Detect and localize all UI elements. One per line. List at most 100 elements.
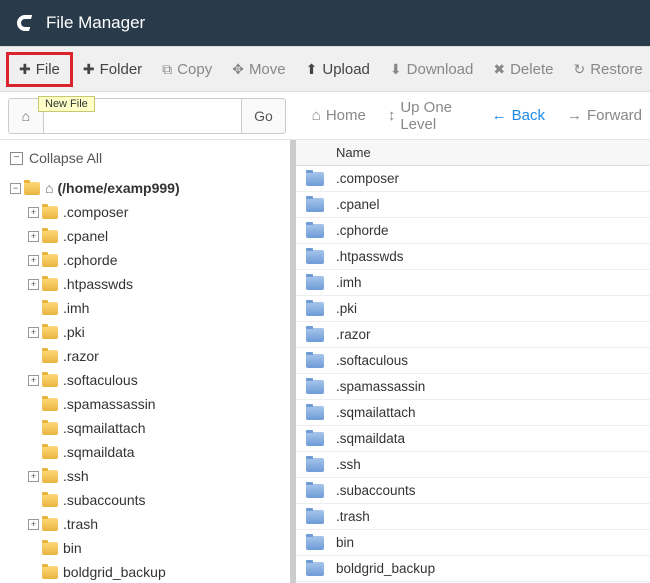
nav-back[interactable]: ←Back <box>484 103 553 128</box>
expander-icon[interactable]: + <box>28 231 39 242</box>
tree-item[interactable]: + .htpasswds <box>4 272 286 296</box>
file-row[interactable]: boldgrid_backup <box>296 556 650 582</box>
tree-item[interactable]: .razor <box>4 344 286 368</box>
expander-icon <box>28 543 39 554</box>
folder-icon <box>42 230 58 243</box>
tree-item[interactable]: bin <box>4 536 286 560</box>
folder-icon <box>42 278 58 291</box>
file-row[interactable]: .htpasswds <box>296 244 650 270</box>
tree-item[interactable]: +.trash <box>4 512 286 536</box>
tree-item[interactable]: +.ssh <box>4 464 286 488</box>
file-name: .sqmaildata <box>336 431 405 446</box>
file-row[interactable]: .softaculous <box>296 348 650 374</box>
tree-item[interactable]: + .softaculous <box>4 368 286 392</box>
move-button[interactable]: ✥Move <box>222 55 295 84</box>
nav-home[interactable]: ⌂Home <box>304 103 374 128</box>
upload-icon: ⬆ <box>306 61 318 78</box>
file-name: .cphorde <box>336 223 389 238</box>
expander-icon <box>28 399 39 410</box>
folder-icon <box>42 422 58 435</box>
tree-item[interactable]: +.cpanel <box>4 224 286 248</box>
tree-item-label: bin <box>63 540 82 556</box>
delete-button[interactable]: ✖Delete <box>483 55 563 84</box>
folder-icon <box>42 494 58 507</box>
expander-icon[interactable]: + <box>28 255 39 266</box>
nav-forward[interactable]: →Forward <box>559 103 650 128</box>
folder-icon <box>306 536 324 550</box>
folder-icon <box>306 250 324 264</box>
column-header-name[interactable]: Name <box>296 140 650 166</box>
expander-icon[interactable]: + <box>28 207 39 218</box>
tree-item[interactable]: .sqmaildata <box>4 440 286 464</box>
tree-item-label: .softaculous <box>63 372 138 388</box>
folder-icon <box>306 406 324 420</box>
folder-icon <box>24 182 40 195</box>
folder-icon <box>306 198 324 212</box>
expander-icon[interactable]: − <box>10 183 21 194</box>
folder-icon <box>42 518 58 531</box>
nav-up[interactable]: ↕Up One Level <box>380 95 478 137</box>
file-row[interactable]: bin <box>296 530 650 556</box>
restore-icon: ↻ <box>573 61 585 78</box>
folder-icon <box>42 566 58 579</box>
tree-item-label: boldgrid_backup <box>63 564 166 580</box>
download-button[interactable]: ⬇Download <box>380 55 483 84</box>
file-row[interactable]: .ssh <box>296 452 650 478</box>
tree-item[interactable]: +.composer <box>4 200 286 224</box>
tree-item-label: .subaccounts <box>63 492 146 508</box>
restore-button[interactable]: ↻Restore <box>563 55 650 84</box>
folder-icon <box>42 446 58 459</box>
folder-tree: − ⌂ (/home/examp999) +.composer+.cpanel+… <box>4 176 286 583</box>
folder-icon <box>42 470 58 483</box>
tree-item-label: .sqmailattach <box>63 420 145 436</box>
tree-item-label: .razor <box>63 348 99 364</box>
new-file-button[interactable]: ✚File <box>6 52 73 87</box>
expander-icon[interactable]: + <box>28 327 39 338</box>
app-header: File Manager <box>0 0 650 46</box>
folder-icon <box>306 380 324 394</box>
download-icon: ⬇ <box>390 61 402 78</box>
file-row[interactable]: .trash <box>296 504 650 530</box>
file-name: .trash <box>336 509 370 524</box>
tree-item[interactable]: +.cphorde <box>4 248 286 272</box>
file-row[interactable]: .imh <box>296 270 650 296</box>
file-name: .pki <box>336 301 357 316</box>
file-row[interactable]: .pki <box>296 296 650 322</box>
tree-item[interactable]: .sqmailattach <box>4 416 286 440</box>
tree-item[interactable]: +.pki <box>4 320 286 344</box>
tree-item[interactable]: boldgrid_backup <box>4 560 286 583</box>
expander-icon[interactable]: + <box>28 279 39 290</box>
collapse-all-button[interactable]: −Collapse All <box>4 148 286 176</box>
file-row[interactable]: .razor <box>296 322 650 348</box>
minus-box-icon: − <box>10 152 23 165</box>
folder-icon <box>306 354 324 368</box>
file-row[interactable]: .spamassassin <box>296 374 650 400</box>
tree-item[interactable]: .subaccounts <box>4 488 286 512</box>
file-row[interactable]: .cphorde <box>296 218 650 244</box>
folder-icon <box>306 484 324 498</box>
expander-icon[interactable]: + <box>28 519 39 530</box>
file-name: .ssh <box>336 457 361 472</box>
file-row[interactable]: .subaccounts <box>296 478 650 504</box>
move-icon: ✥ <box>232 61 244 78</box>
file-row[interactable]: .composer <box>296 166 650 192</box>
expander-icon[interactable]: + <box>28 471 39 482</box>
folder-icon <box>306 510 324 524</box>
file-name: bin <box>336 535 354 550</box>
folder-icon <box>306 562 324 576</box>
go-button[interactable]: Go <box>242 98 286 134</box>
expander-icon[interactable]: + <box>28 375 39 386</box>
expander-icon <box>28 567 39 578</box>
copy-button[interactable]: ⧉Copy <box>152 55 222 84</box>
new-folder-button[interactable]: ✚Folder <box>73 55 152 84</box>
tree-item[interactable]: .spamassassin <box>4 392 286 416</box>
file-row[interactable]: .sqmailattach <box>296 400 650 426</box>
tree-root[interactable]: − ⌂ (/home/examp999) <box>4 176 286 200</box>
file-row[interactable]: .sqmaildata <box>296 426 650 452</box>
folder-icon <box>306 276 324 290</box>
tree-item-label: .htpasswds <box>63 276 133 292</box>
upload-button[interactable]: ⬆Upload <box>296 55 380 84</box>
file-row[interactable]: .cpanel <box>296 192 650 218</box>
tree-item[interactable]: .imh <box>4 296 286 320</box>
folder-icon <box>42 398 58 411</box>
